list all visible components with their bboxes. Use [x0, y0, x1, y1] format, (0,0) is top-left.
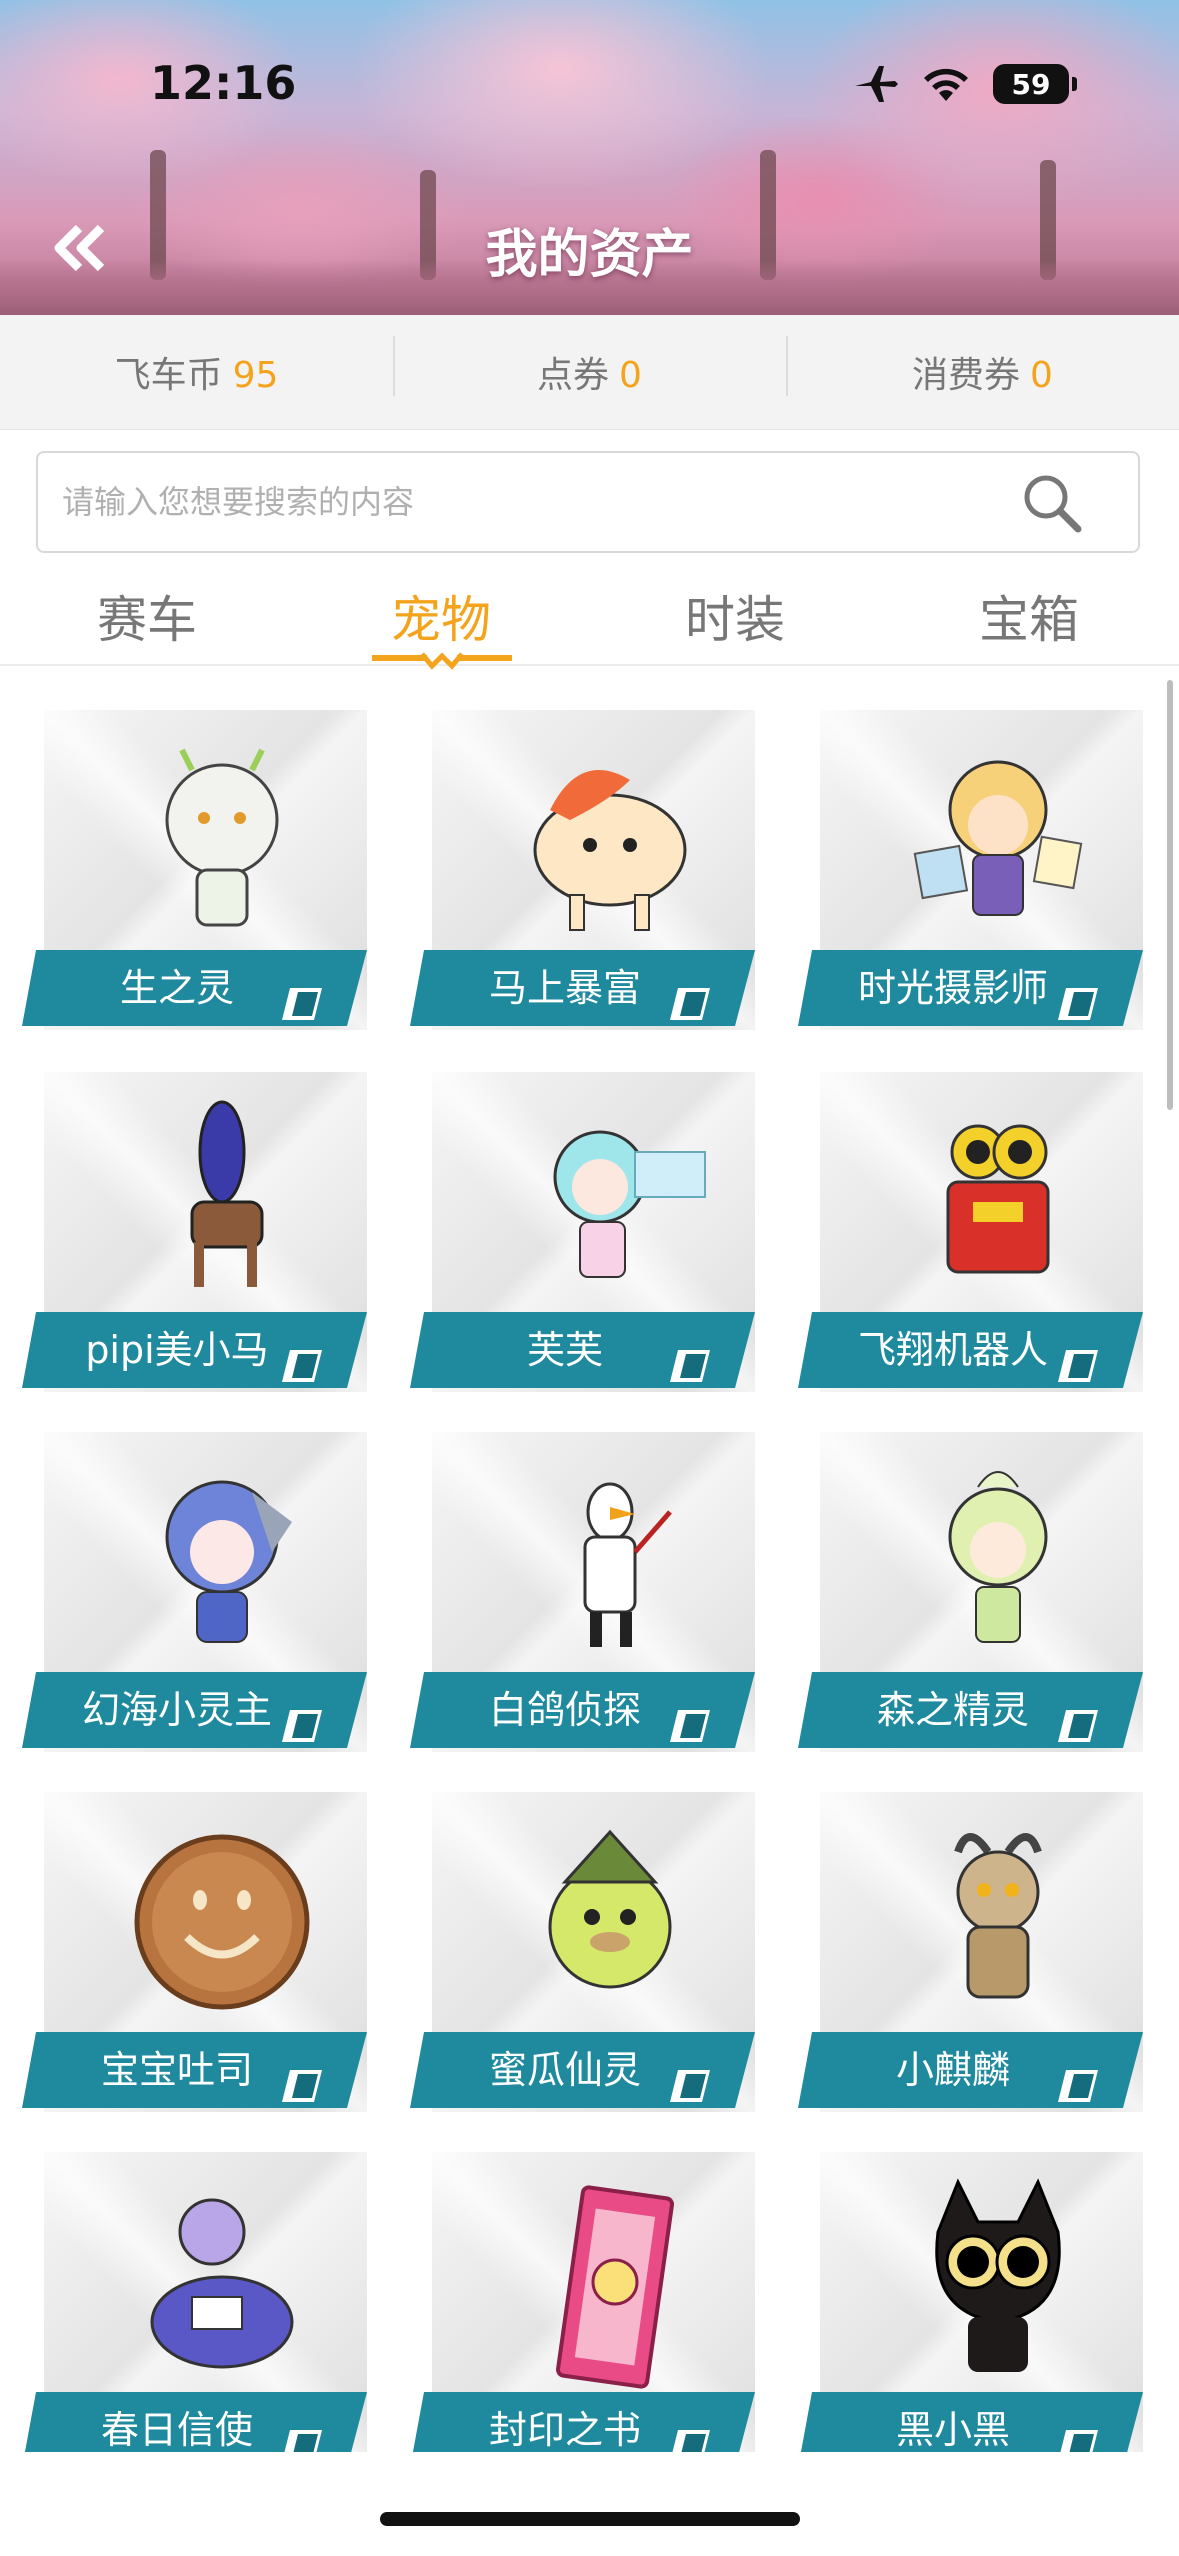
currency-xiaofeiquan: 消费券 0: [786, 336, 1179, 398]
pet-image: [548, 1829, 672, 1989]
pet-image: [190, 1100, 264, 1287]
pet-name: 飞翔机器人: [857, 1328, 1048, 1372]
pet-image: [553, 1130, 706, 1278]
pet-name-ribbon: 蜜瓜仙灵: [410, 2032, 755, 2108]
pet-image: [935, 2178, 1061, 2372]
pet-name: 蜜瓜仙灵: [488, 2048, 641, 2092]
currency-value: 95: [232, 355, 279, 396]
pet-image: [150, 2198, 294, 2369]
pet-name: 森之精灵: [876, 1688, 1029, 1732]
pet-card[interactable]: 马上暴富: [410, 690, 755, 1030]
tab-chests[interactable]: 宝箱: [882, 570, 1176, 664]
bottom-area: [0, 2452, 1179, 2556]
scrollbar[interactable]: [1167, 680, 1173, 1110]
pet-card[interactable]: 蜜瓜仙灵: [410, 1772, 755, 2112]
pet-card[interactable]: 宝宝吐司: [22, 1772, 367, 2112]
pet-card[interactable]: 春日信使: [22, 2132, 367, 2452]
pet-card[interactable]: 白鸽侦探: [410, 1412, 755, 1752]
pet-card[interactable]: 森之精灵: [798, 1412, 1143, 1752]
search-bar: [36, 451, 1140, 553]
pet-name-ribbon: 芙芙: [410, 1312, 755, 1388]
tab-cars[interactable]: 赛车: [0, 570, 294, 664]
currency-label: 飞车币: [114, 355, 223, 396]
home-indicator[interactable]: [380, 2512, 800, 2526]
pet-image: [134, 1834, 310, 2010]
search-icon[interactable]: [1020, 471, 1084, 535]
pet-name-ribbon: pipi美小马: [22, 1312, 367, 1388]
currency-label: 点券: [537, 355, 610, 396]
active-tab-indicator: [372, 652, 512, 670]
pet-image: [555, 2185, 675, 2389]
pet-card[interactable]: 芙芙: [410, 1052, 755, 1392]
pet-grid: 生之灵 马上暴富 时光摄影师 pipi美小马 芙芙 飞翔机器人幻海小灵主 白鸽侦探 森之精灵宝…: [0, 690, 1179, 2452]
pet-name: 幻海小灵主: [81, 1688, 272, 1732]
pet-name-ribbon: 时光摄影师: [798, 950, 1143, 1026]
wifi-icon: [924, 68, 968, 101]
pet-image: [165, 1480, 292, 1643]
pet-image: [946, 1124, 1050, 1274]
status-icons: 59: [853, 64, 1077, 104]
pet-name: 马上暴富: [488, 966, 641, 1010]
pet-card[interactable]: 封印之书: [410, 2132, 755, 2452]
pet-name: 黑小黑: [895, 2408, 1010, 2452]
battery-icon: 59: [993, 64, 1077, 104]
pet-card[interactable]: 时光摄影师: [798, 690, 1143, 1030]
pet-name-ribbon: 幻海小灵主: [22, 1672, 367, 1748]
currency-value: 0: [1030, 355, 1053, 396]
pet-card[interactable]: 幻海小灵主: [22, 1412, 367, 1752]
airplane-icon: [855, 66, 898, 102]
pet-card[interactable]: pipi美小马: [22, 1052, 367, 1392]
pet-name-ribbon: 森之精灵: [798, 1672, 1143, 1748]
tab-pets[interactable]: 宠物: [294, 570, 588, 664]
pet-name: 芙芙: [526, 1328, 603, 1372]
currency-bar: 飞车币 95 点券 0 消费券 0: [0, 315, 1179, 430]
pet-image: [913, 760, 1083, 916]
pet-card[interactable]: 飞翔机器人: [798, 1052, 1143, 1392]
pet-name: pipi美小马: [85, 1328, 269, 1372]
pet-image: [948, 1471, 1048, 1643]
pet-image: [954, 1833, 1042, 1999]
pet-name: 白鸽侦探: [488, 1688, 641, 1732]
pet-name-ribbon: 小麒麟: [798, 2032, 1143, 2108]
tab-fashion[interactable]: 时装: [588, 570, 882, 664]
pet-image: [533, 770, 687, 931]
pet-name-ribbon: 马上暴富: [410, 950, 755, 1026]
pet-name-ribbon: 生之灵: [22, 950, 367, 1026]
pet-name: 时光摄影师: [857, 966, 1048, 1010]
currency-label: 消费券: [912, 355, 1021, 396]
pet-name: 小麒麟: [895, 2048, 1010, 2092]
pet-name: 封印之书: [488, 2408, 641, 2452]
pet-card[interactable]: 小麒麟: [798, 1772, 1143, 2112]
pet-name: 春日信使: [100, 2408, 253, 2452]
pet-name-ribbon: 白鸽侦探: [410, 1672, 755, 1748]
search-input[interactable]: [62, 483, 962, 521]
pet-name-ribbon: 封印之书: [410, 2392, 755, 2452]
status-time: 12:16: [150, 56, 297, 110]
pet-card[interactable]: 黑小黑: [798, 2132, 1143, 2452]
currency-dianquan: 点券 0: [393, 336, 786, 398]
pet-image: [583, 1482, 672, 1647]
currency-value: 0: [619, 355, 642, 396]
currency-feiche-coin: 飞车币 95: [0, 346, 393, 398]
pet-name-ribbon: 黑小黑: [798, 2392, 1143, 2452]
pet-name-ribbon: 宝宝吐司: [22, 2032, 367, 2108]
pet-name-ribbon: 飞翔机器人: [798, 1312, 1143, 1388]
pet-name: 生之灵: [119, 966, 234, 1010]
pet-card[interactable]: 生之灵: [22, 690, 367, 1030]
pet-name: 宝宝吐司: [100, 2048, 253, 2092]
pet-name-ribbon: 春日信使: [22, 2392, 367, 2452]
category-tabs: 赛车 宠物 时装 宝箱: [0, 570, 1179, 666]
header-banner: 12:16 59 我的资产: [0, 0, 1179, 315]
page-title: 我的资产: [485, 225, 694, 285]
pet-image: [165, 748, 279, 927]
